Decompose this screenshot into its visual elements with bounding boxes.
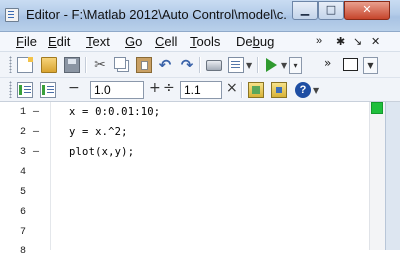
publish-icon[interactable] [228, 57, 244, 73]
window-edge [385, 102, 400, 250]
code-editor[interactable]: 1 — 2 — 3 — 4 5 6 7 8 x = 0:0.01:10; y =… [0, 102, 400, 257]
layout-dropdown[interactable]: ▼ [363, 57, 378, 74]
maximize-button[interactable]: □ [318, 1, 344, 20]
copy-icon[interactable] [114, 57, 126, 69]
toolbar-overflow-icon[interactable]: » [324, 56, 331, 70]
toolbar-grip[interactable] [9, 81, 12, 98]
menu-debug[interactable]: Debug [236, 34, 274, 49]
menu-edit-accel: E [48, 34, 57, 49]
code-line[interactable]: plot(x,y); [69, 146, 134, 158]
menu-cell-label: ell [164, 34, 178, 49]
menu-go-accel: G [125, 34, 136, 49]
menu-text[interactable]: Text [86, 34, 110, 49]
menu-go[interactable]: Go [125, 34, 142, 49]
main-toolbar: ✂ ↶ ↷ ▼ ▼ ▾ » ▼ [0, 52, 400, 78]
run-options-dropdown[interactable]: ▾ [289, 57, 302, 74]
chevron-down-icon[interactable]: ▼ [313, 86, 319, 95]
help-icon[interactable]: ? [295, 82, 311, 98]
decrement-button[interactable]: − [68, 80, 80, 96]
redo-icon[interactable]: ↷ [179, 57, 195, 73]
vertical-scrollbar[interactable] [369, 102, 386, 250]
code-analyzer-status-indicator[interactable] [371, 102, 383, 114]
window-title: Editor - F:\Matlab 2012\Auto Control\mod… [26, 7, 288, 22]
menu-edit-label: dit [56, 34, 71, 49]
menu-cell-accel: C [155, 34, 165, 49]
divide-button[interactable]: ÷ [163, 80, 175, 96]
line-number: 5 [20, 187, 27, 198]
new-file-icon[interactable] [17, 57, 33, 73]
menu-debug-accel: b [252, 34, 260, 49]
evaluate-advance-icon[interactable] [271, 82, 287, 98]
insert-cell-icon[interactable] [17, 82, 33, 98]
cell-toolbar: − 1.0 + ÷ 1.1 × ? ▼ [0, 78, 400, 102]
line-number: 8 [20, 246, 27, 257]
cell-mode-icon[interactable] [40, 82, 56, 98]
menu-debug-prefix: De [236, 34, 253, 49]
scale-value-field[interactable]: 1.1 [180, 81, 222, 99]
close-button[interactable]: ✕ [344, 1, 390, 20]
minimize-button[interactable]: ▁ [292, 1, 318, 20]
pin-icon[interactable]: ✱ [336, 35, 345, 48]
menu-overflow-button[interactable]: » [316, 35, 322, 47]
menu-tools[interactable]: Tools [190, 34, 220, 49]
menu-edit[interactable]: Edit [48, 34, 70, 49]
line-number-gutter: 1 — 2 — 3 — 4 5 6 7 8 [0, 102, 50, 257]
paste-icon[interactable] [136, 57, 152, 73]
increment-value-field[interactable]: 1.0 [90, 81, 144, 99]
open-folder-icon[interactable] [41, 57, 57, 73]
print-icon[interactable] [206, 60, 222, 71]
code-line[interactable]: x = 0:0.01:10; [69, 106, 160, 118]
breakpoint-marker[interactable]: — [33, 107, 43, 118]
chevron-down-icon[interactable]: ▼ [281, 61, 287, 70]
line-number: 1 [20, 107, 27, 118]
save-icon[interactable] [64, 57, 80, 73]
toolbar-separator [85, 57, 87, 73]
menu-cell[interactable]: Cell [155, 34, 177, 49]
menu-file-label: ile [23, 34, 37, 49]
run-icon[interactable] [266, 58, 277, 72]
increment-button[interactable]: + [149, 80, 161, 96]
close-document-icon[interactable]: ✕ [371, 35, 380, 48]
menu-tools-label: ools [196, 34, 221, 49]
line-number: 3 [20, 147, 27, 158]
multiply-button[interactable]: × [226, 80, 238, 96]
breakpoint-marker[interactable]: — [33, 127, 43, 138]
line-number: 7 [20, 227, 27, 238]
evaluate-cell-icon[interactable] [248, 82, 264, 98]
window-layout-icon[interactable] [343, 58, 358, 71]
undo-icon[interactable]: ↶ [157, 57, 173, 73]
undock-icon[interactable]: ↘ [353, 35, 362, 48]
toolbar-separator [241, 82, 243, 98]
line-number: 6 [20, 207, 27, 218]
gutter-divider [50, 102, 51, 250]
title-bar: Editor - F:\Matlab 2012\Auto Control\mod… [0, 0, 400, 32]
cut-icon[interactable]: ✂ [92, 57, 108, 73]
toolbar-grip[interactable] [9, 56, 12, 73]
chevron-down-icon[interactable]: ▼ [246, 61, 252, 70]
toolbar-separator [199, 57, 201, 73]
line-number: 4 [20, 167, 27, 178]
menu-file-accel: F [16, 34, 24, 49]
menu-text-label: ext [92, 34, 110, 49]
line-number: 2 [20, 127, 27, 138]
menu-bar: File Edit Text Go Cell Tools Debug » ✱ ↘… [0, 32, 400, 52]
code-line[interactable]: y = x.^2; [69, 126, 128, 138]
menu-debug-suffix: ug [259, 34, 275, 49]
editor-app-icon [5, 8, 19, 22]
toolbar-separator [257, 57, 259, 73]
breakpoint-marker[interactable]: — [33, 147, 43, 158]
menu-file[interactable]: File [16, 34, 37, 49]
menu-go-label: o [135, 34, 143, 49]
